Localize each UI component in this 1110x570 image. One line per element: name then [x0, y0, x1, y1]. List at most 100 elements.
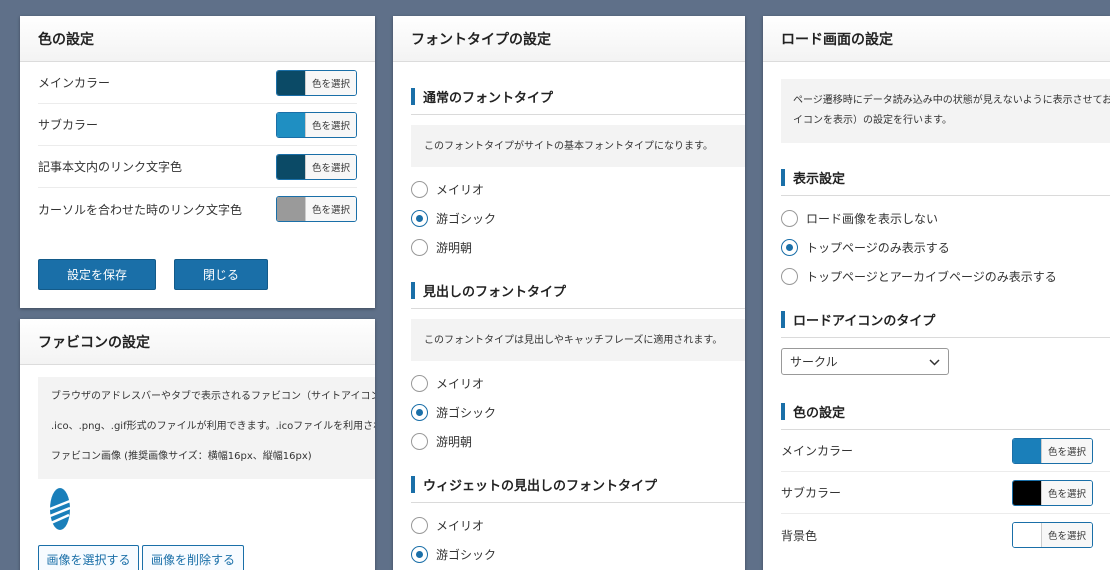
favicon-settings-title: ファビコンの設定	[20, 319, 375, 365]
save-button[interactable]: 設定を保存	[38, 259, 156, 290]
color-picker-label: 色を選択	[304, 70, 356, 95]
display-settings-section-title: 表示設定	[781, 167, 1110, 196]
radio-label: 游ゴシック	[436, 406, 497, 420]
load-main-color-picker[interactable]: 色を選択	[1011, 437, 1093, 464]
normal-font-info-text: このフォントタイプがサイトの基本フォントタイプになります。	[424, 140, 713, 152]
radio-dot	[416, 409, 423, 416]
display-options: ロード画像を表示しない トップページのみ表示する トップページとアーカイブページ…	[781, 204, 1110, 291]
section-title-text: ロードアイコンのタイプ	[793, 313, 936, 329]
font-settings-title: フォントタイプの設定	[393, 16, 745, 62]
load-color-row-sub: サブカラー 色を選択	[781, 472, 1110, 514]
delete-image-button[interactable]: 画像を削除する	[142, 545, 244, 570]
load-color-section-title: 色の設定	[781, 401, 1110, 430]
radio-dot	[786, 244, 793, 251]
load-bg-color-picker[interactable]: 色を選択	[1011, 522, 1093, 548]
color-swatch	[1012, 480, 1041, 505]
radio-label: 游ゴシック	[436, 548, 497, 562]
color-row-sub: サブカラー 色を選択	[38, 104, 357, 146]
radio-option-yugothic[interactable]: 游ゴシック	[411, 398, 745, 427]
favicon-info-line1: ブラウザのアドレスバーやタブで表示されるファビコン（サイトアイコン	[51, 391, 375, 402]
heading-font-options: メイリオ 游ゴシック 游明朝	[411, 369, 745, 456]
color-row-label: メインカラー	[38, 76, 111, 90]
color-swatch	[1012, 438, 1041, 463]
load-screen-settings-panel: ロード画面の設定 ページ遷移時にデータ読み込み中の状態が見えないように表示させて…	[763, 16, 1110, 570]
section-accent-bar	[781, 310, 785, 328]
section-accent-bar	[411, 281, 415, 299]
widget-font-options: メイリオ 游ゴシック	[411, 511, 745, 569]
radio-button-checked[interactable]	[411, 404, 428, 421]
section-title-text: ウィジェットの見出しのフォントタイプ	[423, 478, 658, 494]
radio-option-meiryo[interactable]: メイリオ	[411, 175, 745, 204]
normal-font-info-box: このフォントタイプがサイトの基本フォントタイプになります。	[411, 125, 745, 167]
radio-option-hide-loader[interactable]: ロード画像を表示しない	[781, 204, 1110, 233]
radio-option-meiryo[interactable]: メイリオ	[411, 369, 745, 398]
heading-font-info-text: このフォントタイプは見出しやキャッチフレーズに適用されます。	[424, 334, 723, 346]
heading-font-section-title: 見出しのフォントタイプ	[411, 280, 745, 309]
radio-label: 游明朝	[436, 435, 473, 449]
radio-label: 游明朝	[436, 241, 473, 255]
normal-font-options: メイリオ 游ゴシック 游明朝	[411, 175, 745, 262]
favicon-info-line3: ファビコン画像 (推奨画像サイズ：横幅16px、縦幅16px)	[51, 451, 312, 462]
radio-button[interactable]	[781, 268, 798, 285]
load-screen-info-line1: ページ遷移時にデータ読み込み中の状態が見えないように表示させてお	[793, 95, 1110, 106]
radio-button-checked[interactable]	[411, 546, 428, 563]
radio-button-checked[interactable]	[781, 239, 798, 256]
radio-label: 游ゴシック	[436, 212, 497, 226]
color-row-main: メインカラー 色を選択	[38, 62, 357, 104]
radio-option-top-and-archive[interactable]: トップページとアーカイブページのみ表示する	[781, 262, 1110, 291]
radio-option-yumincho[interactable]: 游明朝	[411, 233, 745, 262]
close-button[interactable]: 閉じる	[174, 259, 268, 290]
radio-option-yumincho[interactable]: 游明朝	[411, 427, 745, 456]
radio-option-meiryo[interactable]: メイリオ	[411, 511, 745, 540]
section-title-text: 色の設定	[793, 405, 846, 421]
radio-option-top-only[interactable]: トップページのみ表示する	[781, 233, 1110, 262]
color-swatch	[276, 197, 305, 221]
normal-font-section-title: 通常のフォントタイプ	[411, 86, 745, 115]
color-swatch	[1012, 523, 1041, 547]
radio-button[interactable]	[781, 210, 798, 227]
widget-font-section-title: ウィジェットの見出しのフォントタイプ	[411, 474, 745, 503]
color-swatch	[276, 154, 305, 179]
load-color-row-bg: 背景色 色を選択	[781, 514, 1110, 556]
radio-button[interactable]	[411, 181, 428, 198]
color-row-label: カーソルを合わせた時のリンク文字色	[38, 202, 243, 217]
color-settings-panel: 色の設定 メインカラー 色を選択 サブカラー 色を選択 記事本文内のリンク文字色…	[20, 16, 375, 308]
load-sub-color-picker[interactable]: 色を選択	[1011, 479, 1093, 506]
link-color-picker[interactable]: 色を選択	[275, 153, 357, 180]
load-screen-settings-title: ロード画面の設定	[763, 16, 1110, 62]
load-icon-type-select[interactable]: サークル	[781, 348, 949, 375]
color-picker-label: 色を選択	[1040, 438, 1092, 463]
radio-button[interactable]	[411, 433, 428, 450]
radio-option-yugothic[interactable]: 游ゴシック	[411, 540, 745, 569]
favicon-settings-panel: ファビコンの設定 ブラウザのアドレスバーやタブで表示されるファビコン（サイトアイ…	[20, 319, 375, 570]
color-row-hover: カーソルを合わせた時のリンク文字色 色を選択	[38, 188, 357, 230]
radio-dot	[416, 215, 423, 222]
color-swatch	[276, 70, 305, 95]
sub-color-picker[interactable]: 色を選択	[275, 111, 357, 138]
icon-type-section-title: ロードアイコンのタイプ	[781, 309, 1110, 338]
radio-button[interactable]	[411, 517, 428, 534]
radio-label: メイリオ	[436, 519, 485, 533]
select-image-button[interactable]: 画像を選択する	[38, 545, 139, 570]
radio-label: ロード画像を表示しない	[806, 212, 939, 226]
main-color-picker[interactable]: 色を選択	[275, 69, 357, 96]
radio-label: メイリオ	[436, 377, 485, 391]
color-picker-label: 色を選択	[304, 154, 356, 179]
color-picker-label: 色を選択	[1040, 523, 1092, 547]
color-settings-title: 色の設定	[20, 16, 375, 62]
radio-option-yugothic[interactable]: 游ゴシック	[411, 204, 745, 233]
color-picker-label: 色を選択	[304, 112, 356, 137]
favicon-info-line2: .ico、.png、.gif形式のファイルが利用できます。.icoファイルを利用…	[51, 421, 375, 432]
color-picker-label: 色を選択	[304, 197, 356, 221]
color-picker-label: 色を選択	[1040, 480, 1092, 505]
radio-button-checked[interactable]	[411, 210, 428, 227]
section-accent-bar	[781, 402, 785, 420]
load-screen-info-line2: イコンを表示）の設定を行います。	[793, 115, 952, 126]
load-color-row-main: メインカラー 色を選択	[781, 430, 1110, 472]
section-title-text: 通常のフォントタイプ	[423, 90, 554, 106]
radio-button[interactable]	[411, 239, 428, 256]
color-row-label: メインカラー	[781, 444, 854, 458]
radio-button[interactable]	[411, 375, 428, 392]
hover-color-picker[interactable]: 色を選択	[275, 196, 357, 222]
color-row-link: 記事本文内のリンク文字色 色を選択	[38, 146, 357, 188]
